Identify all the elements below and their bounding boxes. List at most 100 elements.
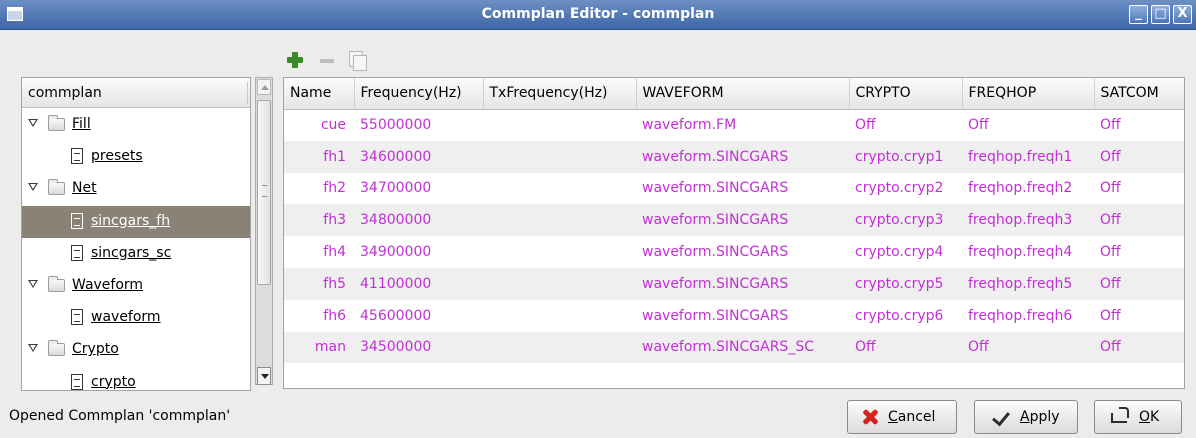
table-cell[interactable]: Off — [962, 331, 1094, 364]
table-cell[interactable]: fh6 — [284, 300, 354, 332]
table-cell[interactable]: man — [284, 331, 354, 364]
tree-item-sincgars-fh[interactable]: sincgars_fh — [22, 205, 250, 238]
table-cell[interactable]: Off — [962, 109, 1094, 141]
table-cell[interactable]: waveform.SINCGARS_SC — [636, 331, 849, 364]
table-cell[interactable]: freqhop.freqh5 — [962, 267, 1094, 300]
expander-icon[interactable] — [28, 119, 38, 127]
table-cell[interactable]: Off — [1094, 204, 1184, 237]
table-cell[interactable] — [483, 173, 636, 205]
table-row[interactable]: cue 55000000 waveform.FM Off Off Off — [284, 109, 1184, 141]
table-row[interactable]: fh5 41100000 waveform.SINCGARS crypto.cryp5… — [284, 267, 1184, 300]
table-cell[interactable]: fh1 — [284, 140, 354, 173]
table-cell[interactable]: freqhop.freqh2 — [962, 173, 1094, 205]
table-cell[interactable]: crypto.cryp2 — [849, 173, 962, 205]
table-row[interactable]: fh1 34600000 waveform.SINCGARS crypto.cryp1… — [284, 140, 1184, 173]
table-cell[interactable]: 34900000 — [354, 236, 483, 268]
cancel-button[interactable]: Cancel — [847, 400, 957, 434]
table-cell[interactable]: fh4 — [284, 236, 354, 268]
table-cell[interactable]: crypto.cryp6 — [849, 300, 962, 332]
table-cell[interactable]: 34600000 — [354, 140, 483, 173]
title-bar[interactable]: Commplan Editor - commplan _ □ X — [0, 0, 1196, 30]
expander-icon[interactable] — [28, 280, 38, 288]
table-cell[interactable]: Off — [1094, 300, 1184, 332]
table-cell[interactable]: crypto.cryp4 — [849, 236, 962, 268]
tree-item-crypto[interactable]: Crypto — [22, 334, 250, 366]
remove-icon[interactable] — [318, 51, 336, 69]
column-header-txfrequency-hz-[interactable]: TxFrequency(Hz) — [483, 78, 637, 110]
table-cell[interactable] — [483, 204, 636, 237]
table-cell[interactable]: waveform.SINCGARS — [636, 140, 849, 173]
expander-icon[interactable] — [28, 344, 38, 353]
table-cell[interactable]: waveform.FM — [636, 109, 849, 141]
table-cell[interactable] — [483, 267, 636, 300]
table-cell[interactable]: fh5 — [284, 267, 354, 300]
table-cell[interactable]: waveform.SINCGARS — [636, 204, 849, 237]
table-cell[interactable]: waveform.SINCGARS — [636, 173, 849, 205]
column-header-name[interactable]: Name — [284, 78, 355, 110]
table-cell[interactable]: Off — [1094, 267, 1184, 300]
table-cell[interactable] — [483, 140, 636, 173]
channel-table[interactable]: Name Frequency(Hz) TxFrequency(Hz) WAVEFORM… — [283, 77, 1185, 389]
tree-item-fill[interactable]: Fill — [22, 109, 250, 141]
add-icon[interactable] — [286, 51, 304, 69]
table-cell[interactable]: Off — [1094, 140, 1184, 173]
table-cell[interactable]: Off — [1094, 109, 1184, 141]
table-cell[interactable]: Off — [1094, 331, 1184, 364]
tree-item-waveform[interactable]: Waveform — [22, 270, 250, 302]
table-cell[interactable]: Off — [849, 331, 962, 364]
table-cell[interactable]: 41100000 — [354, 267, 483, 300]
tree-item-waveform[interactable]: waveform — [22, 302, 250, 334]
table-cell[interactable]: Off — [1094, 173, 1184, 205]
minimize-button[interactable]: _ — [1129, 5, 1148, 24]
column-header-freqhop[interactable]: FREQHOP — [962, 78, 1095, 110]
table-cell[interactable]: crypto.cryp1 — [849, 140, 962, 173]
table-cell[interactable]: crypto.cryp3 — [849, 204, 962, 237]
close-button[interactable]: X — [1173, 5, 1192, 24]
table-cell[interactable]: Off — [1094, 236, 1184, 268]
table-cell[interactable]: 34500000 — [354, 331, 483, 364]
table-cell[interactable]: 45600000 — [354, 300, 483, 332]
maximize-button[interactable]: □ — [1151, 5, 1170, 24]
table-cell[interactable]: Off — [849, 109, 962, 141]
tree-scrollbar[interactable] — [255, 77, 273, 385]
commplan-tree[interactable]: commplan Fill presets Net sincgars_fh sincga… — [21, 77, 251, 391]
scroll-up-icon[interactable] — [257, 79, 271, 95]
table-row[interactable]: man 34500000 waveform.SINCGARS_SC Off Off Off — [284, 331, 1184, 364]
table-cell[interactable]: 34700000 — [354, 173, 483, 205]
column-header-satcom[interactable]: SATCOM — [1094, 78, 1184, 110]
table-cell[interactable]: fh3 — [284, 204, 354, 237]
table-cell[interactable]: cue — [284, 109, 354, 141]
expander-icon[interactable] — [28, 183, 38, 192]
table-cell[interactable]: fh2 — [284, 173, 354, 205]
table-cell[interactable]: freqhop.freqh1 — [962, 140, 1094, 173]
table-cell[interactable]: 34800000 — [354, 204, 483, 237]
scroll-down-icon[interactable] — [257, 367, 271, 385]
tree-header[interactable]: commplan — [22, 78, 250, 108]
table-cell[interactable] — [483, 109, 636, 141]
duplicate-icon[interactable] — [348, 51, 367, 71]
column-header-crypto[interactable]: CRYPTO — [849, 78, 963, 110]
table-cell[interactable]: waveform.SINCGARS — [636, 300, 849, 332]
table-cell[interactable] — [483, 300, 636, 332]
table-row[interactable]: fh3 34800000 waveform.SINCGARS crypto.cryp3… — [284, 204, 1184, 237]
table-cell[interactable]: 55000000 — [354, 109, 483, 141]
table-cell[interactable]: freqhop.freqh4 — [962, 236, 1094, 268]
table-row[interactable]: fh4 34900000 waveform.SINCGARS crypto.cryp4… — [284, 236, 1184, 268]
tree-item-presets[interactable]: presets — [22, 141, 250, 173]
table-cell[interactable] — [483, 236, 636, 268]
table-cell[interactable]: crypto.cryp5 — [849, 267, 962, 300]
tree-item-crypto[interactable]: crypto — [22, 367, 250, 390]
column-header-waveform[interactable]: WAVEFORM — [636, 78, 850, 110]
tree-item-sincgars-sc[interactable]: sincgars_sc — [22, 238, 250, 270]
scrollbar-thumb[interactable] — [257, 100, 271, 285]
ok-button[interactable]: OK — [1094, 400, 1182, 434]
column-header-frequency-hz-[interactable]: Frequency(Hz) — [354, 78, 484, 110]
table-cell[interactable]: freqhop.freqh3 — [962, 204, 1094, 237]
table-cell[interactable] — [483, 331, 636, 364]
table-row[interactable]: fh6 45600000 waveform.SINCGARS crypto.cryp6… — [284, 300, 1184, 332]
table-cell[interactable]: freqhop.freqh6 — [962, 300, 1094, 332]
table-cell[interactable]: waveform.SINCGARS — [636, 267, 849, 300]
table-row[interactable]: fh2 34700000 waveform.SINCGARS crypto.cryp2… — [284, 173, 1184, 205]
tree-item-net[interactable]: Net — [22, 173, 250, 205]
apply-button[interactable]: Apply — [974, 400, 1078, 434]
